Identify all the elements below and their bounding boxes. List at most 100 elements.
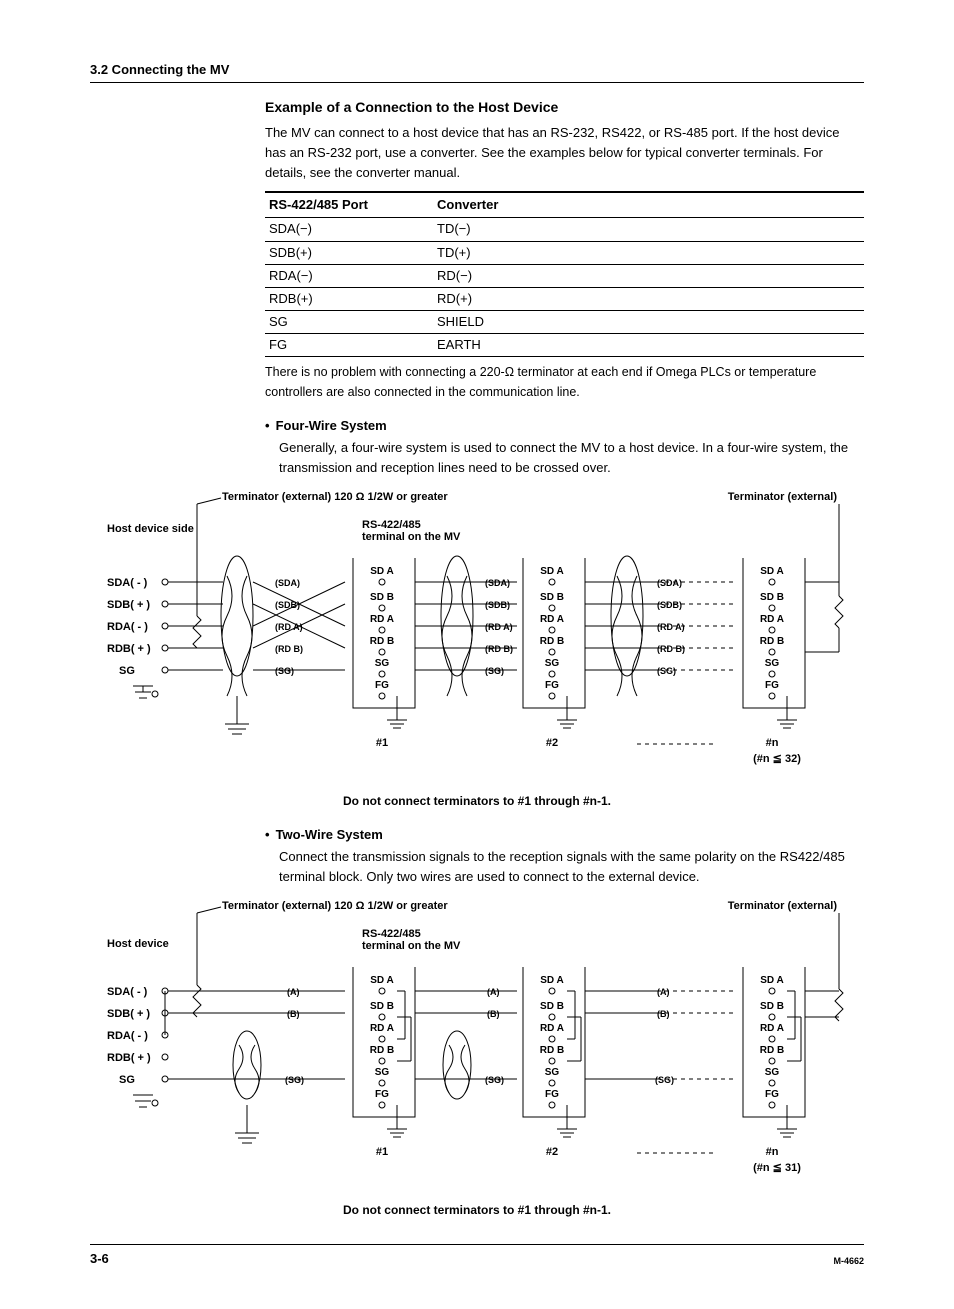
four-wire-paragraph: Generally, a four-wire system is used to… xyxy=(279,438,864,478)
svg-text:SDB( + ): SDB( + ) xyxy=(107,599,150,611)
svg-text:FG: FG xyxy=(765,680,779,691)
svg-text:SG: SG xyxy=(119,665,135,677)
svg-text:(RD B): (RD B) xyxy=(275,644,303,654)
svg-text:(A): (A) xyxy=(487,987,500,997)
svg-text:(B): (B) xyxy=(487,1009,500,1019)
svg-text:SDA( - ): SDA( - ) xyxy=(107,986,148,998)
svg-text:#n: #n xyxy=(766,1146,779,1158)
svg-text:#1: #1 xyxy=(376,737,388,749)
svg-text:(#n ≦ 32): (#n ≦ 32) xyxy=(753,753,801,765)
four-wire-heading: •Four-Wire System xyxy=(265,416,864,436)
svg-text:FG: FG xyxy=(375,1089,389,1100)
svg-text:SD A: SD A xyxy=(370,975,394,986)
svg-text:RDA( - ): RDA( - ) xyxy=(107,1030,148,1042)
svg-text:RD B: RD B xyxy=(540,636,564,647)
svg-text:FG: FG xyxy=(545,1089,559,1100)
svg-text:SD A: SD A xyxy=(540,975,564,986)
svg-text:(SDA): (SDA) xyxy=(485,578,510,588)
svg-text:SD B: SD B xyxy=(540,592,564,603)
four-wire-diagram: Terminator (external) 120 Ω 1/2W or grea… xyxy=(90,486,864,786)
svg-text:SD A: SD A xyxy=(370,566,394,577)
svg-text:RD B: RD B xyxy=(760,636,784,647)
table-row: SGSHIELD xyxy=(265,310,864,333)
table-header-converter: Converter xyxy=(433,192,864,218)
svg-text:(SG): (SG) xyxy=(655,1075,674,1085)
svg-text:SD A: SD A xyxy=(540,566,564,577)
svg-text:SD B: SD B xyxy=(370,1001,394,1012)
svg-text:(SDB): (SDB) xyxy=(657,600,682,610)
svg-text:#n: #n xyxy=(766,737,779,749)
svg-text:(SDA): (SDA) xyxy=(275,578,300,588)
section-title: Example of a Connection to the Host Devi… xyxy=(265,97,864,119)
svg-text:RD B: RD B xyxy=(370,636,394,647)
svg-text:Host device side: Host device side xyxy=(107,523,194,535)
svg-text:SG: SG xyxy=(765,1067,780,1078)
svg-text:RDA( - ): RDA( - ) xyxy=(107,621,148,633)
svg-text:SD B: SD B xyxy=(760,1001,784,1012)
svg-text:Terminator (external) 120 Ω 1/: Terminator (external) 120 Ω 1/2W or grea… xyxy=(222,900,448,912)
svg-text:(SG): (SG) xyxy=(275,666,294,676)
svg-text:SD B: SD B xyxy=(370,592,394,603)
svg-text:(B): (B) xyxy=(657,1009,670,1019)
converter-table: RS-422/485 Port Converter SDA(−)TD(−) SD… xyxy=(265,191,864,357)
svg-text:Host device: Host device xyxy=(107,938,169,950)
table-row: FGEARTH xyxy=(265,334,864,357)
svg-text:RD A: RD A xyxy=(540,614,564,625)
svg-text:FG: FG xyxy=(545,680,559,691)
svg-text:(SDA): (SDA) xyxy=(657,578,682,588)
svg-text:(SG): (SG) xyxy=(485,666,504,676)
svg-text:SG: SG xyxy=(375,658,390,669)
table-row: SDB(+)TD(+) xyxy=(265,241,864,264)
two-wire-note: Do not connect terminators to #1 through… xyxy=(90,1201,864,1220)
header-rule xyxy=(90,82,864,83)
doc-number: M-4662 xyxy=(833,1255,864,1269)
svg-text:Terminator (external): Terminator (external) xyxy=(728,900,838,912)
svg-text:#2: #2 xyxy=(546,1146,558,1158)
svg-text:SG: SG xyxy=(375,1067,390,1078)
svg-text:SD A: SD A xyxy=(760,566,784,577)
svg-text:RD B: RD B xyxy=(370,1045,394,1056)
svg-text:#1: #1 xyxy=(376,1146,388,1158)
running-header: 3.2 Connecting the MV xyxy=(90,60,864,80)
svg-text:(SG): (SG) xyxy=(285,1075,304,1085)
svg-text:Terminator (external): Terminator (external) xyxy=(728,491,838,503)
table-row: SDA(−)TD(−) xyxy=(265,218,864,241)
svg-text:(A): (A) xyxy=(657,987,670,997)
svg-text:SG: SG xyxy=(765,658,780,669)
svg-text:(SG): (SG) xyxy=(657,666,676,676)
svg-text:SG: SG xyxy=(545,1067,560,1078)
two-wire-heading: •Two-Wire System xyxy=(265,825,864,845)
svg-text:SG: SG xyxy=(119,1074,135,1086)
svg-text:(RD B): (RD B) xyxy=(485,644,513,654)
svg-text:RD B: RD B xyxy=(540,1045,564,1056)
two-wire-diagram: Terminator (external) 120 Ω 1/2W or grea… xyxy=(90,895,864,1195)
svg-text:(RD A): (RD A) xyxy=(657,622,685,632)
intro-paragraph: The MV can connect to a host device that… xyxy=(265,123,864,183)
svg-text:RD A: RD A xyxy=(370,614,394,625)
svg-text:SDA( - ): SDA( - ) xyxy=(107,577,148,589)
svg-text:(B): (B) xyxy=(287,1009,300,1019)
svg-text:Terminator (external) 120 Ω 1/: Terminator (external) 120 Ω 1/2W or grea… xyxy=(222,491,448,503)
svg-text:SG: SG xyxy=(545,658,560,669)
svg-text:RD A: RD A xyxy=(540,1023,564,1034)
svg-text:SD B: SD B xyxy=(760,592,784,603)
svg-text:RD A: RD A xyxy=(760,1023,784,1034)
two-wire-paragraph: Connect the transmission signals to the … xyxy=(279,847,864,887)
svg-text:RDB( + ): RDB( + ) xyxy=(107,1052,151,1064)
svg-text:(SDB): (SDB) xyxy=(485,600,510,610)
four-wire-note: Do not connect terminators to #1 through… xyxy=(90,792,864,811)
page-footer: 3-6 M-4662 xyxy=(90,1244,864,1269)
svg-text:(SDB): (SDB) xyxy=(275,600,300,610)
svg-text:RDB( + ): RDB( + ) xyxy=(107,643,151,655)
svg-text:(A): (A) xyxy=(287,987,300,997)
svg-text:(RD B): (RD B) xyxy=(657,644,685,654)
table-row: RDA(−)RD(−) xyxy=(265,264,864,287)
svg-text:RD A: RD A xyxy=(760,614,784,625)
svg-text:(RD A): (RD A) xyxy=(275,622,303,632)
svg-text:RD A: RD A xyxy=(370,1023,394,1034)
svg-text:FG: FG xyxy=(765,1089,779,1100)
terminator-note: There is no problem with connecting a 22… xyxy=(265,363,864,402)
svg-text:SD A: SD A xyxy=(760,975,784,986)
svg-text:RD B: RD B xyxy=(760,1045,784,1056)
svg-text:#2: #2 xyxy=(546,737,558,749)
